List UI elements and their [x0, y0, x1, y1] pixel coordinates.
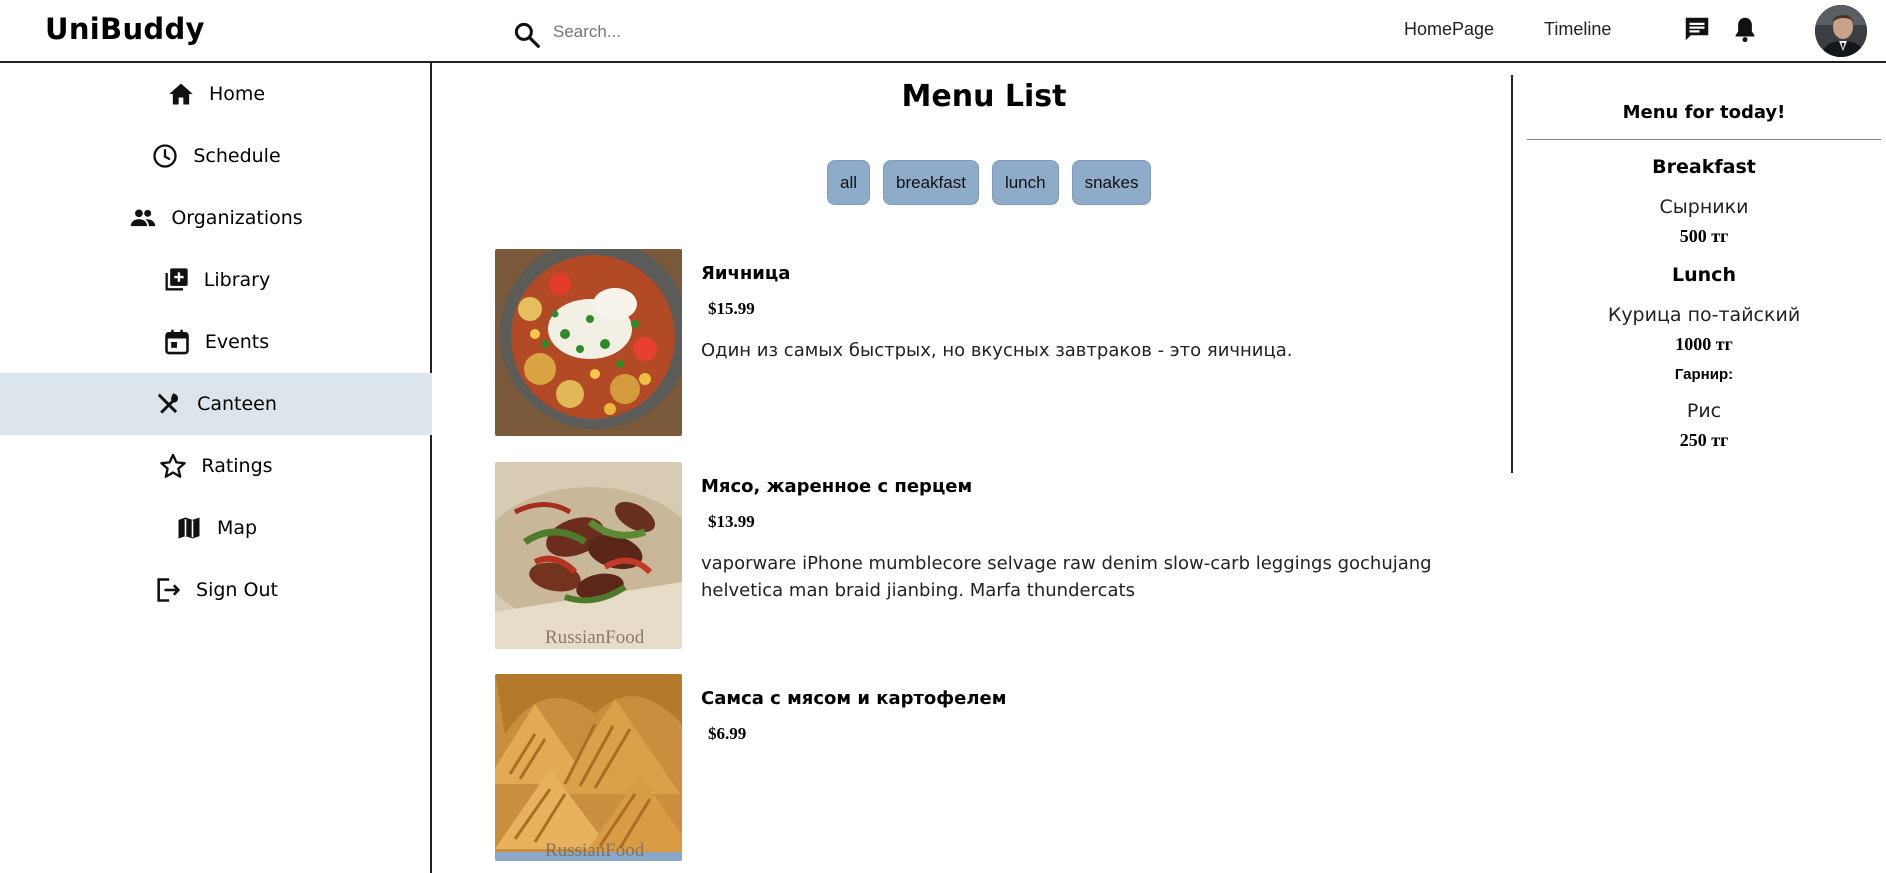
sidebar-item-canteen[interactable]: Canteen — [0, 373, 432, 435]
menu-item-name: Самса с мясом и картофелем — [701, 688, 1007, 709]
sidebar-item-map[interactable]: Map — [0, 497, 432, 559]
menu-item-image: RussianFood — [495, 674, 682, 861]
sidebar-item-organizations[interactable]: Organizations — [0, 187, 432, 249]
menu-item[interactable]: Яичница $15.99 Один из самых быстрых, но… — [495, 249, 1495, 437]
lunch-heading: Lunch — [1672, 264, 1736, 286]
garnish-price: 250 тг — [1679, 430, 1729, 450]
image-watermark: RussianFood — [545, 627, 645, 648]
filter-bar: all breakfast lunch snakes — [827, 160, 1152, 205]
menu-item[interactable]: RussianFood Самса с мясом и картофелем $… — [495, 674, 1495, 862]
lunch-dish: Курица по-тайский — [1607, 304, 1801, 326]
home-icon — [169, 83, 193, 105]
brand-logo[interactable]: UniBuddy — [45, 12, 205, 46]
page-title: Menu List — [901, 79, 1067, 114]
menu-item-name: Яичница — [701, 263, 791, 284]
breakfast-price: 500 тг — [1679, 226, 1729, 246]
sidebar-item-ratings[interactable]: Ratings — [0, 435, 432, 497]
menu-item[interactable]: RussianFood Мясо, жаренное с перцем $13.… — [495, 462, 1495, 650]
sidebar-item-events[interactable]: Events — [0, 311, 432, 373]
calendar-icon — [165, 329, 189, 355]
nav-link-homepage[interactable]: HomePage — [1404, 19, 1494, 40]
avatar-image — [1815, 5, 1867, 57]
sidebar-item-label: Home — [208, 83, 266, 105]
menu-item-name: Мясо, жаренное с перцем — [701, 476, 973, 497]
menu-item-description: Один из самых быстрых, но вкусных завтра… — [701, 340, 1293, 361]
filter-lunch-button[interactable]: lunch — [991, 160, 1059, 205]
main-content: Menu List all breakfast lunch snakes Яич… — [434, 63, 1512, 873]
lunch-price: 1000 тг — [1675, 334, 1733, 354]
search-icon[interactable] — [512, 20, 542, 50]
sidebar: Home Schedule Organizations Library Even… — [0, 63, 432, 873]
filter-all-button[interactable]: all — [827, 160, 871, 205]
image-watermark: RussianFood — [545, 840, 645, 861]
sidebar-item-label: Organizations — [171, 207, 303, 229]
menu-item-image — [495, 249, 682, 436]
menu-item-price: $15.99 — [708, 299, 755, 318]
sign-out-icon — [157, 578, 180, 602]
garnish-heading: Гарнир: — [1674, 366, 1734, 383]
todays-menu-panel: Menu for today! Breakfast Сырники 500 тг… — [1511, 75, 1886, 475]
map-icon — [178, 517, 200, 539]
sidebar-item-library[interactable]: Library — [0, 249, 432, 311]
breakfast-dish: Сырники — [1659, 196, 1749, 218]
panel-divider — [1511, 75, 1513, 473]
search-input[interactable] — [553, 18, 1053, 46]
title-divider — [1527, 139, 1881, 140]
sidebar-item-label: Ratings — [201, 455, 273, 477]
menu-item-price: $13.99 — [708, 512, 755, 531]
library-add-icon — [165, 268, 188, 291]
menu-item-price: $6.99 — [708, 724, 747, 743]
sidebar-item-schedule[interactable]: Schedule — [0, 125, 432, 187]
todays-menu-title: Menu for today! — [1622, 102, 1786, 123]
sidebar-item-label: Map — [216, 517, 258, 539]
top-bar: UniBuddy HomePage Timeline — [0, 0, 1886, 63]
menu-item-image: RussianFood — [495, 462, 682, 649]
menu-item-description: vaporware iPhone mumblecore selvage raw … — [701, 553, 1432, 601]
breakfast-heading: Breakfast — [1652, 156, 1756, 178]
star-icon — [160, 453, 187, 478]
sidebar-item-label: Library — [203, 269, 271, 291]
garnish-dish: Рис — [1686, 400, 1722, 422]
sidebar-item-label: Canteen — [197, 393, 277, 415]
sidebar-item-label: Schedule — [193, 145, 281, 167]
sidebar-item-home[interactable]: Home — [0, 63, 432, 125]
user-avatar[interactable] — [1815, 5, 1867, 57]
sidebar-item-label: Sign Out — [196, 579, 278, 601]
utensils-icon — [157, 393, 179, 414]
chat-icon[interactable] — [1682, 14, 1712, 44]
filter-snakes-button[interactable]: snakes — [1071, 160, 1152, 205]
sidebar-item-sign-out[interactable]: Sign Out — [0, 559, 432, 621]
bell-icon[interactable] — [1730, 14, 1760, 44]
nav-link-timeline[interactable]: Timeline — [1544, 19, 1611, 40]
clock-icon — [153, 144, 178, 168]
sidebar-item-label: Events — [204, 331, 270, 353]
people-icon — [131, 209, 156, 227]
filter-breakfast-button[interactable]: breakfast — [883, 160, 979, 205]
